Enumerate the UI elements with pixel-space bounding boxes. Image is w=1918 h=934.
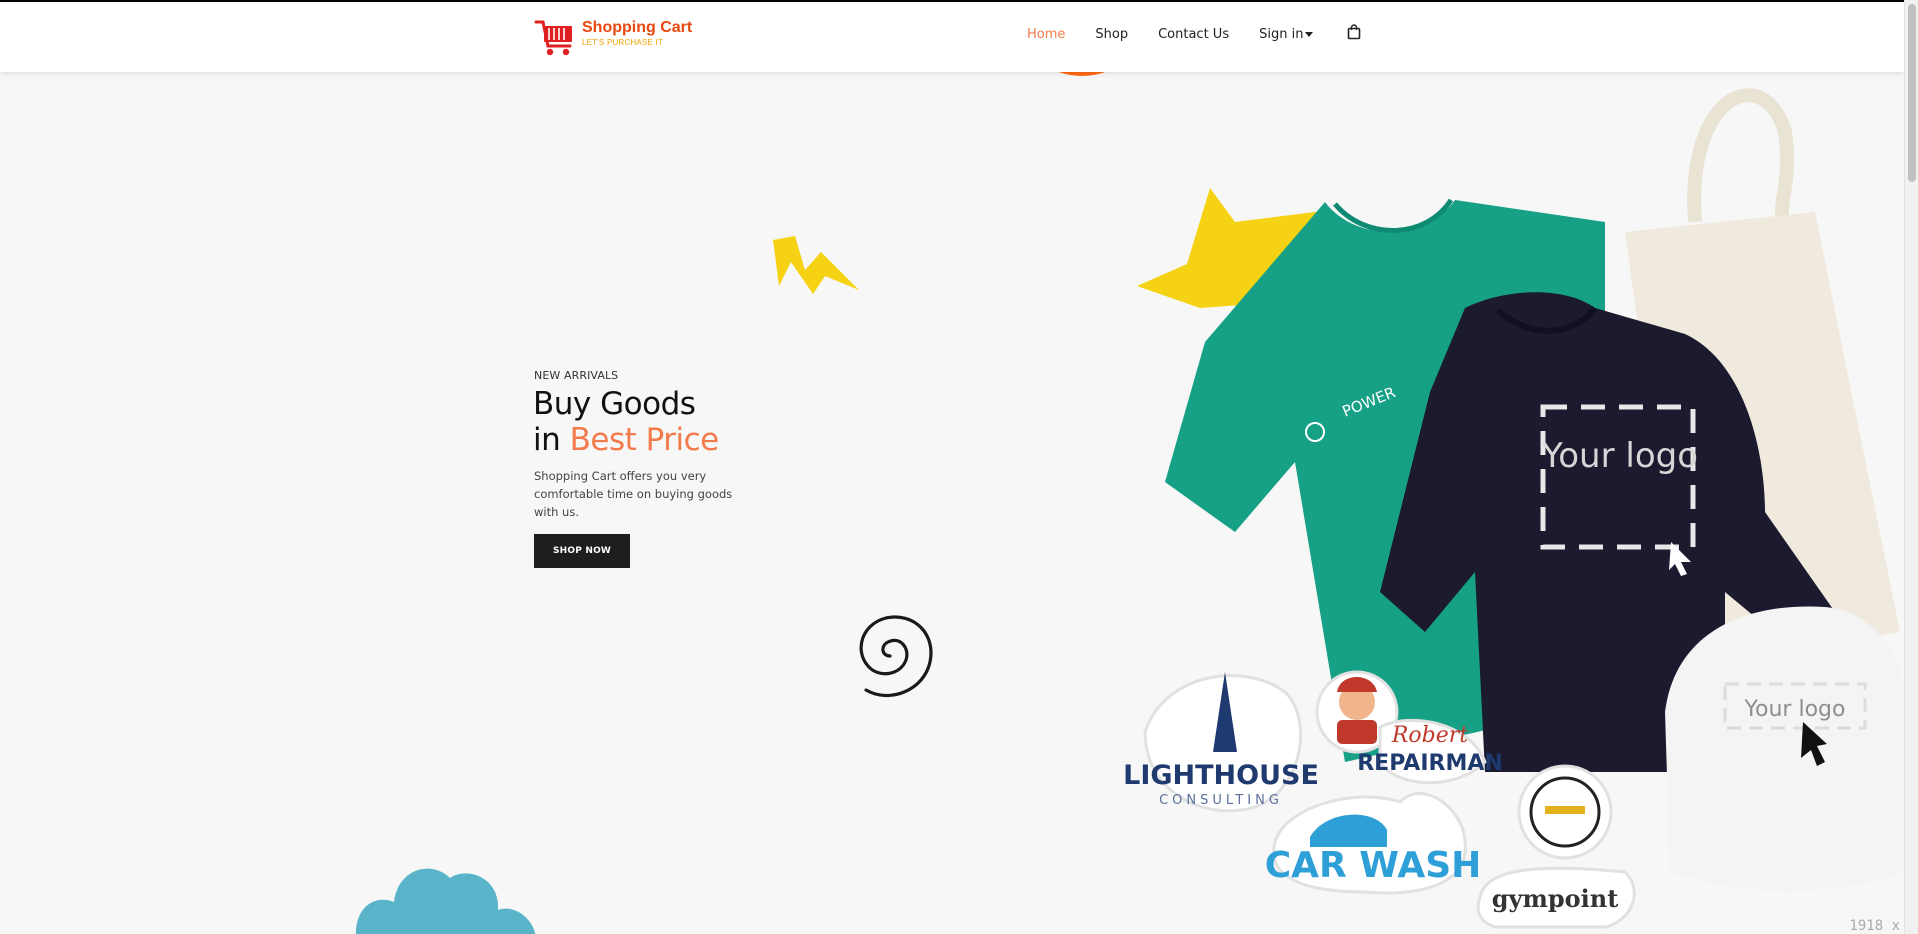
nav-contact-us[interactable]: Contact Us bbox=[1158, 27, 1229, 42]
nav-home[interactable]: Home bbox=[1027, 27, 1065, 42]
brand-logo[interactable]: Shopping Cart LET'S PURCHASE IT bbox=[534, 16, 692, 58]
hero-headline: Buy Goods in Best Price bbox=[533, 386, 719, 458]
sticker-robert-text: Robert bbox=[1391, 723, 1468, 748]
sticker-lighthouse-text: LIGHTHOUSE bbox=[1125, 760, 1319, 791]
hero-description: Shopping Cart offers you very comfortabl… bbox=[534, 469, 733, 519]
main-nav: Home Shop Contact Us Sign in bbox=[1027, 24, 1361, 44]
sticker-consulting-text: CONSULTING bbox=[1159, 793, 1283, 808]
hero-section: NEW ARRIVALS Buy Goods in Best Price Sho… bbox=[0, 72, 1904, 934]
products-hero-image: POWER Your logo Your logo LIGHTHOUSE CON… bbox=[1125, 88, 1904, 929]
brand-name: Shopping Cart bbox=[582, 19, 693, 36]
sticker-repairman-text: REPAIRMAN bbox=[1357, 751, 1503, 776]
cloud-decoration bbox=[356, 868, 536, 934]
shopping-cart-icon bbox=[534, 20, 572, 56]
lightning-decoration bbox=[773, 236, 859, 294]
chevron-down-icon bbox=[1305, 31, 1314, 37]
brand-tagline: LET'S PURCHASE IT bbox=[582, 38, 663, 47]
cap-print-text: Your logo bbox=[1744, 697, 1846, 722]
site-header: Shopping Cart LET'S PURCHASE IT Home Sho… bbox=[0, 2, 1904, 72]
scrollbar-thumb[interactable] bbox=[1908, 4, 1916, 182]
hero-eyebrow: NEW ARRIVALS bbox=[534, 369, 619, 382]
sticker-lighthouse: LIGHTHOUSE CONSULTING bbox=[1125, 672, 1319, 813]
nav-sign-in-label: Sign in bbox=[1259, 26, 1304, 42]
vertical-scrollbar[interactable] bbox=[1904, 0, 1918, 934]
headline-prefix: in bbox=[533, 422, 561, 458]
sticker-gympoint: gympoint bbox=[1476, 764, 1636, 929]
spiral-decoration bbox=[859, 615, 933, 698]
white-cap: Your logo bbox=[1665, 606, 1904, 891]
sticker-gympoint-text: gympoint bbox=[1492, 884, 1619, 913]
shop-now-button[interactable]: SHOP NOW bbox=[534, 534, 630, 568]
headline-accent: Best Price bbox=[569, 422, 720, 458]
size-watermark: 1918 x bbox=[1849, 918, 1900, 934]
sweater-print-text: Your logo bbox=[1541, 436, 1698, 476]
nav-shop[interactable]: Shop bbox=[1095, 27, 1128, 42]
sticker-car-wash-text: CAR WASH bbox=[1265, 845, 1482, 886]
headline-line-1: Buy Goods bbox=[533, 386, 696, 422]
nav-sign-in[interactable]: Sign in bbox=[1259, 26, 1314, 42]
sticker-car-wash: CAR WASH bbox=[1265, 792, 1482, 895]
shopping-bag-icon[interactable] bbox=[1347, 24, 1361, 44]
